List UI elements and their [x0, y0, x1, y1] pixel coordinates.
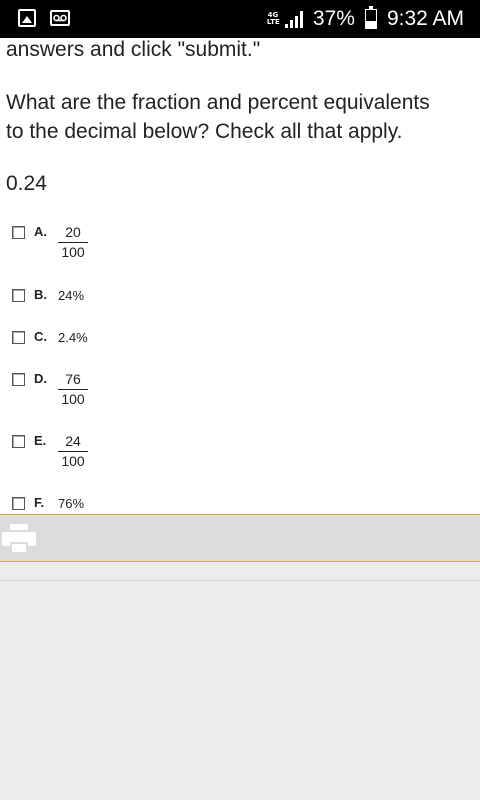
clock: 9:32 AM: [386, 7, 464, 30]
question-text: What are the fraction and percent equiva…: [6, 88, 430, 146]
status-bar: 4G LTE 37% 9:32 AM: [0, 0, 480, 38]
option-c-letter: C.: [34, 329, 47, 344]
option-c-text: 2.4%: [58, 330, 88, 345]
fraction-bar: [58, 242, 88, 243]
option-f-text: 76%: [58, 496, 85, 511]
checkbox-c[interactable]: [12, 331, 25, 344]
checkbox-e[interactable]: [12, 435, 25, 448]
battery-icon: [364, 6, 377, 29]
question-content: answers and click "submit." What are the…: [0, 38, 480, 514]
question-line-1: What are the fraction and percent equiva…: [6, 91, 430, 114]
option-a-numerator: 20: [65, 224, 81, 240]
voicemail-icon: [50, 10, 70, 26]
gallery-icon: [18, 9, 36, 27]
option-e-numerator: 24: [65, 433, 81, 449]
option-d-denominator: 100: [61, 391, 85, 407]
battery-level: [365, 21, 376, 28]
printer-paper: [10, 542, 28, 554]
checkbox-a[interactable]: [12, 226, 25, 239]
network-type-icon: 4G LTE: [266, 12, 280, 26]
page-background: [0, 562, 480, 800]
checkbox-d[interactable]: [12, 373, 25, 386]
option-f-letter: F.: [34, 495, 45, 510]
fraction-bar: [58, 451, 88, 452]
option-d-numerator: 76: [65, 371, 81, 387]
printer-top: [10, 524, 28, 530]
option-e-fraction: 24 100: [58, 433, 88, 470]
network-sub-label: LTE: [266, 18, 280, 26]
battery-percent: 37%: [312, 7, 355, 30]
print-icon[interactable]: [2, 524, 36, 554]
option-d-letter: D.: [34, 371, 47, 386]
footer-toolbar: [0, 514, 480, 562]
option-b-text: 24%: [58, 288, 85, 303]
checkbox-b[interactable]: [12, 289, 25, 302]
option-b-letter: B.: [34, 287, 47, 302]
option-a-letter: A.: [34, 224, 47, 239]
question-line-2: to the decimal below? Check all that app…: [6, 120, 403, 143]
status-right: 4G LTE 37% 9:32 AM: [267, 0, 464, 38]
status-left: [18, 9, 70, 27]
option-d-fraction: 76 100: [58, 371, 88, 408]
option-a-denominator: 100: [61, 244, 85, 260]
decimal-value: 0.24: [6, 172, 47, 195]
checkbox-f[interactable]: [12, 497, 25, 510]
instructions-text: answers and click "submit.": [6, 38, 261, 61]
option-e-letter: E.: [34, 433, 47, 448]
option-e-denominator: 100: [61, 453, 85, 469]
option-a-fraction: 20 100: [58, 224, 88, 261]
fraction-bar: [58, 389, 88, 390]
signal-icon: [284, 10, 303, 28]
